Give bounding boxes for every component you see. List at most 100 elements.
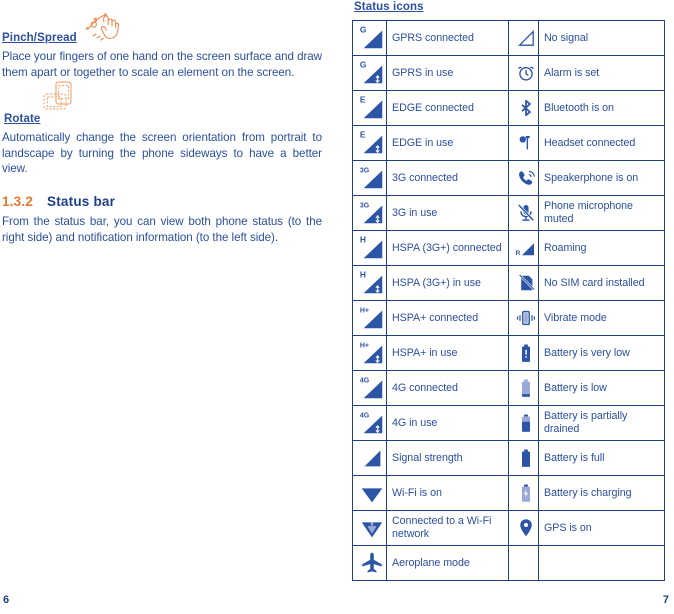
status-icon-label: Vibrate mode [538,300,665,336]
svg-text:G: G [360,24,366,34]
status-icon-label: GPRS in use [386,55,509,91]
pinch-spread-heading-row: Pinch/Spread [2,10,322,44]
status-icon-label: 3G connected [386,160,509,196]
status-icon-label: HSPA+ in use [386,335,509,371]
bluetooth-icon [508,90,539,126]
status-icon-label: GPS is on [538,510,665,546]
status-icon-label: Alarm is set [538,55,665,91]
alarm-clock-icon [508,55,539,91]
status-icon-label [538,545,665,581]
battery-low-icon [508,370,539,406]
svg-text:H+: H+ [360,307,369,314]
status-icon-label: 3G in use [386,195,509,231]
section-heading: 1.3.2 Status bar [2,194,322,209]
table-row: G GPRS connected No signal [352,20,665,56]
hspaplus-in-use-icon: H+ [352,335,387,371]
rotate-heading-row: Rotate [2,81,322,126]
table-row: H HSPA (3G+) connected R Roaming [352,230,665,266]
edge-in-use-icon: E [352,125,387,161]
no-sim-card-icon [508,265,539,301]
table-row: Signal strength Battery is full [352,440,665,476]
headset-icon [508,125,539,161]
status-icon-label: No SIM card installed [538,265,665,301]
status-icon-label: Aeroplane mode [386,545,509,581]
wifi-on-icon [352,475,387,511]
status-icons-title: Status icons [354,1,424,13]
status-icon-label: Battery is charging [538,475,665,511]
status-icon-label: Battery is low [538,370,665,406]
page-number-left: 6 [3,594,10,606]
status-icon-label: Wi-Fi is on [386,475,509,511]
no-signal-icon [508,20,539,56]
aeroplane-mode-icon [352,545,387,581]
pinch-spread-hand-icon [83,10,123,44]
table-row: E EDGE connected Bluetooth is on [352,90,665,126]
battery-very-low-icon [508,335,539,371]
status-icon-label: EDGE in use [386,125,509,161]
status-icons-table: G GPRS connected No signal G GPRS in use Alar… [352,20,665,581]
rotate-phone-icon [39,77,85,123]
table-row: 4G 4G in use Battery is partially drained [352,405,665,441]
status-icon-label: HSPA+ connected [386,300,509,336]
wifi-connected-icon [352,510,387,546]
status-icon-label: Battery is very low [538,335,665,371]
table-row: E EDGE in use Headset connected [352,125,665,161]
microphone-muted-icon [508,195,539,231]
table-row: 3G 3G connected Speakerphone is on [352,160,665,196]
status-icons-table-body: G GPRS connected No signal G GPRS in use Alar… [352,20,665,581]
status-icon-label: Phone microphone muted [538,195,665,231]
status-icon-label: Battery is partially drained [538,405,665,441]
section-title: Status bar [47,193,116,209]
svg-text:4G: 4G [360,377,370,384]
status-icon-label: Signal strength [386,440,509,476]
rotate-body: Automatically change the screen orientat… [2,131,322,176]
table-row: H HSPA (3G+) in use No SIM card installed [352,265,665,301]
speakerphone-icon [508,160,539,196]
table-row: Aeroplane mode [352,545,665,581]
hspa-in-use-icon: H [352,265,387,301]
status-icon-label: Bluetooth is on [538,90,665,126]
svg-text:G: G [360,59,366,69]
svg-text:E: E [360,129,366,139]
svg-text:3G: 3G [360,167,370,174]
status-icon-label: Roaming [538,230,665,266]
left-page-column: Pinch/Spread Place your fingers of one h… [0,0,330,245]
gprs-in-use-icon: G [352,55,387,91]
status-icon-label: 4G connected [386,370,509,406]
table-row: Wi-Fi is on Battery is charging [352,475,665,511]
svg-text:E: E [360,94,366,104]
page-number-right: 7 [662,594,669,606]
4g-connected-icon: 4G [352,370,387,406]
status-icon-label: Headset connected [538,125,665,161]
signal-strength-icon [352,440,387,476]
battery-charging-icon [508,475,539,511]
hspaplus-connected-icon: H+ [352,300,387,336]
svg-text:H+: H+ [360,342,369,349]
section-number: 1.3.2 [2,193,34,209]
3g-in-use-icon: 3G [352,195,387,231]
roaming-icon: R [508,230,539,266]
status-bar-body: From the status bar, you can view both p… [2,214,322,244]
4g-in-use-icon: 4G [352,405,387,441]
edge-connected-icon: E [352,90,387,126]
gps-icon [508,510,539,546]
svg-text:R: R [516,250,521,257]
status-icon-label: Connected to a Wi-Fi network [386,510,509,546]
rotate-term: Rotate [4,113,41,126]
manual-page-spread: Pinch/Spread Place your fingers of one h… [0,0,674,614]
hspa-connected-icon: H [352,230,387,266]
pinch-spread-body: Place your fingers of one hand on the sc… [2,50,322,79]
status-icon-label: No signal [538,20,665,56]
table-row: H+ HSPA+ in use Battery is very low [352,335,665,371]
status-icon-label: 4G in use [386,405,509,441]
3g-connected-icon: 3G [352,160,387,196]
right-page-column: Status icons G GPRS connected No signal G GP… [352,0,666,581]
gprs-connected-icon: G [352,20,387,56]
status-icon-label: HSPA (3G+) connected [386,230,509,266]
svg-text:H: H [360,269,366,279]
battery-partial-icon [508,405,539,441]
table-row: H+ HSPA+ connected Vibrate mode [352,300,665,336]
table-row: G GPRS in use Alarm is set [352,55,665,91]
svg-text:H: H [360,234,366,244]
svg-text:3G: 3G [360,202,370,209]
